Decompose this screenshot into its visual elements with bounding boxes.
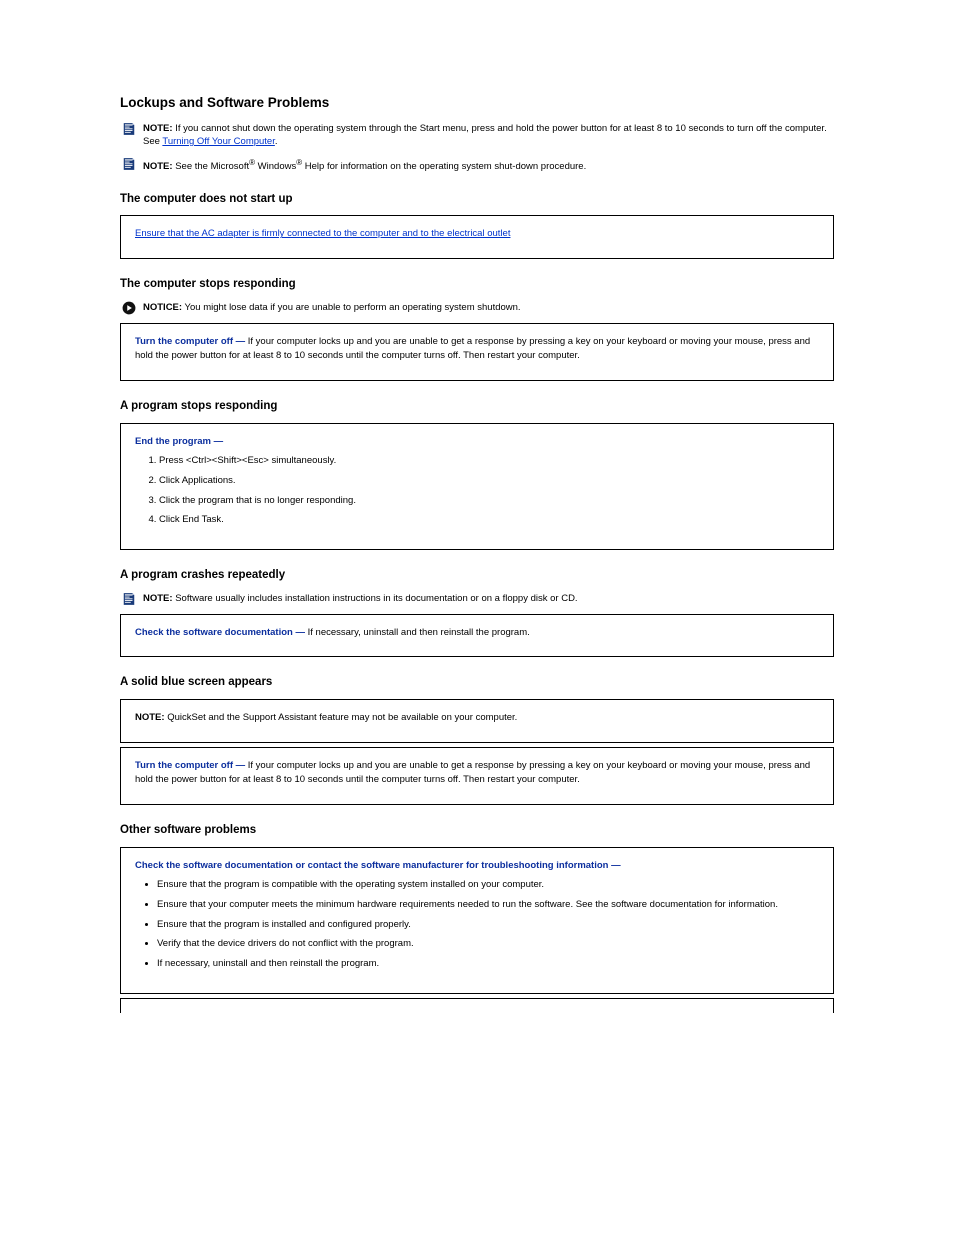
notice-label: NOTICE: — [143, 302, 182, 313]
list-other: Ensure that the program is compatible wi… — [135, 878, 819, 972]
steps-end-program: Press <Ctrl><Shift><Esc> simultaneously.… — [135, 454, 819, 528]
note-help: NOTE: See the Microsoft® Windows® Help f… — [120, 157, 834, 174]
box-no-start: Ensure that the AC adapter is firmly con… — [120, 215, 834, 259]
list-item: Ensure that the program is compatible wi… — [157, 878, 819, 893]
link-ensure-adapter[interactable]: Ensure that the AC adapter is firmly con… — [135, 228, 510, 239]
note-icon — [120, 592, 137, 606]
step-item: Click End Task. — [159, 513, 819, 528]
box-blue-note: NOTE: QuickSet and the Support Assistant… — [120, 699, 834, 743]
note-text-b: Windows — [255, 161, 296, 172]
heading-crash: A program crashes repeatedly — [120, 568, 834, 584]
heading-prog-no-resp: A program stops responding — [120, 399, 834, 415]
lead-check-docs-contact: Check the software documentation or cont… — [135, 860, 621, 871]
list-item: Verify that the device drivers do not co… — [157, 937, 819, 952]
note-shutdown: NOTE: If you cannot shut down the operat… — [120, 122, 834, 149]
list-item: Ensure that your computer meets the mini… — [157, 898, 819, 913]
note-text-a: See the Microsoft — [173, 161, 250, 172]
box-blue: Turn the computer off — If your computer… — [120, 747, 834, 805]
heading-other: Other software problems — [120, 823, 834, 839]
note-label: NOTE: — [135, 712, 165, 723]
heading-lockups: Lockups and Software Problems — [120, 94, 834, 112]
step-item: Click Applications. — [159, 474, 819, 489]
link-turning-off[interactable]: Turning Off Your Computer — [162, 136, 274, 147]
note-label: NOTE: — [143, 161, 173, 172]
notice-icon — [120, 301, 137, 315]
note-icon — [120, 157, 137, 171]
lead-turn-off: Turn the computer off — — [135, 760, 245, 771]
box-crash-text: If necessary, uninstall and then reinsta… — [305, 627, 530, 638]
box-prog-no-resp: End the program — Press <Ctrl><Shift><Es… — [120, 423, 834, 551]
list-item: Ensure that the program is installed and… — [157, 918, 819, 933]
note-label: NOTE: — [143, 593, 173, 604]
box-other-2 — [120, 998, 834, 1013]
box-crash: Check the software documentation — If ne… — [120, 614, 834, 658]
note-text-c: Help for information on the operating sy… — [302, 161, 586, 172]
notice-data-loss: NOTICE: You might lose data if you are u… — [120, 301, 834, 315]
heading-no-resp: The computer stops responding — [120, 277, 834, 293]
note-assist-text: QuickSet and the Support Assistant featu… — [167, 712, 517, 723]
lead-check-docs: Check the software documentation — — [135, 627, 305, 638]
box-other-1: Check the software documentation or cont… — [120, 847, 834, 994]
note-icon — [120, 122, 137, 136]
note-text-after: . — [275, 136, 278, 147]
note-install-instr: NOTE: Software usually includes installa… — [120, 592, 834, 606]
note-label: NOTE: — [143, 123, 173, 134]
step-item: Press <Ctrl><Shift><Esc> simultaneously. — [159, 454, 819, 469]
note-text: Software usually includes installation i… — [173, 593, 578, 604]
notice-text: You might lose data if you are unable to… — [182, 302, 521, 313]
heading-blue: A solid blue screen appears — [120, 675, 834, 691]
box-no-resp: Turn the computer off — If your computer… — [120, 323, 834, 381]
lead-end-program: End the program — — [135, 436, 223, 447]
step-item: Click the program that is no longer resp… — [159, 494, 819, 509]
lead-turn-off: Turn the computer off — — [135, 336, 245, 347]
heading-no-start: The computer does not start up — [120, 192, 834, 208]
list-item: If necessary, uninstall and then reinsta… — [157, 957, 819, 972]
